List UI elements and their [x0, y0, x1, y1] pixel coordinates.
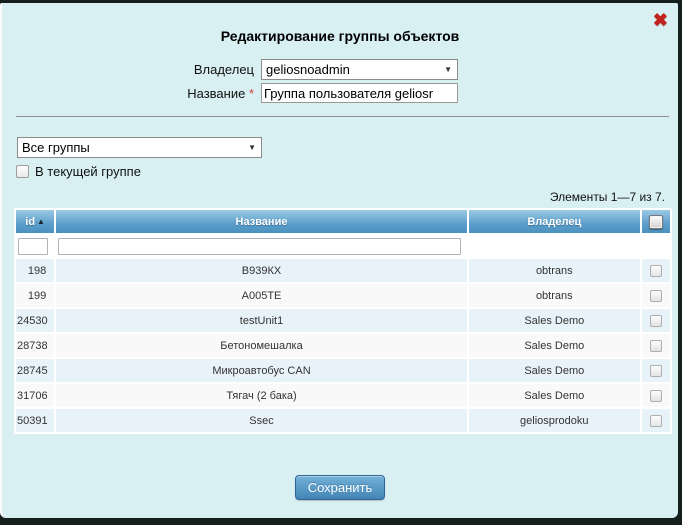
cell-owner: Sales Demo	[469, 384, 640, 407]
save-button[interactable]: Сохранить	[295, 475, 386, 500]
cell-id: 24530	[16, 309, 54, 332]
cell-owner: Sales Demo	[469, 359, 640, 382]
table-row[interactable]: 198В939КХobtrans	[16, 259, 670, 282]
cell-id: 198	[16, 259, 54, 282]
cell-checkbox	[642, 284, 670, 307]
row-checkbox[interactable]	[650, 315, 662, 327]
table-row[interactable]: 50391Ssecgeliosprodoku	[16, 409, 670, 432]
header-owner[interactable]: Владелец	[469, 210, 640, 233]
table-body: 198В939КХobtrans199А005ТЕobtrans24530tes…	[16, 259, 670, 432]
cell-owner: Sales Demo	[469, 309, 640, 332]
header-id-label: id	[25, 216, 35, 228]
cell-name: Тягач (2 бака)	[56, 384, 467, 407]
cell-checkbox	[642, 309, 670, 332]
cell-id: 50391	[16, 409, 54, 432]
cell-owner: geliosprodoku	[469, 409, 640, 432]
cell-owner: obtrans	[469, 259, 640, 282]
row-checkbox[interactable]	[650, 390, 662, 402]
cell-name: Микроавтобус CAN	[56, 359, 467, 382]
group-form: Владелец geliosnoadmin ▼ Название *	[2, 59, 678, 103]
groups-filter-select[interactable]: Все группы	[17, 137, 262, 158]
row-checkbox[interactable]	[650, 290, 662, 302]
cell-name: testUnit1	[56, 309, 467, 332]
cell-id: 199	[16, 284, 54, 307]
cell-name: А005ТЕ	[56, 284, 467, 307]
required-mark: *	[249, 86, 254, 101]
table-row[interactable]: 31706Тягач (2 бака)Sales Demo	[16, 384, 670, 407]
edit-group-dialog: ✖ Редактирование группы объектов Владеле…	[0, 3, 678, 518]
table-header-row: id▲ Название Владелец	[16, 210, 670, 233]
header-name[interactable]: Название	[56, 210, 467, 233]
cell-checkbox	[642, 359, 670, 382]
header-id[interactable]: id▲	[16, 210, 54, 233]
cell-name: В939КХ	[56, 259, 467, 282]
cell-checkbox	[642, 409, 670, 432]
cell-owner: obtrans	[469, 284, 640, 307]
id-filter-input[interactable]	[18, 238, 48, 255]
sort-asc-icon: ▲	[37, 217, 45, 226]
filter-row	[16, 235, 670, 257]
group-name-input[interactable]	[261, 83, 458, 103]
cell-id: 28745	[16, 359, 54, 382]
cell-owner: Sales Demo	[469, 334, 640, 357]
cell-checkbox	[642, 384, 670, 407]
name-filter-input[interactable]	[58, 238, 461, 255]
in-current-group-label: В текущей группе	[35, 164, 141, 179]
owner-label: Владелец	[2, 62, 261, 77]
table-row[interactable]: 28745Микроавтобус CANSales Demo	[16, 359, 670, 382]
owner-select[interactable]: geliosnoadmin	[261, 59, 458, 80]
cell-id: 28738	[16, 334, 54, 357]
name-label-text: Название	[187, 86, 245, 101]
cell-id: 31706	[16, 384, 54, 407]
table-row[interactable]: 199А005ТЕobtrans	[16, 284, 670, 307]
row-checkbox[interactable]	[650, 265, 662, 277]
cell-checkbox	[642, 259, 670, 282]
row-checkbox[interactable]	[650, 340, 662, 352]
objects-table: id▲ Название Владелец 198В939КХobtrans19…	[14, 208, 672, 434]
row-checkbox[interactable]	[650, 415, 662, 427]
divider	[16, 116, 669, 117]
table-row[interactable]: 24530testUnit1Sales Demo	[16, 309, 670, 332]
table-row[interactable]: 28738БетономешалкаSales Demo	[16, 334, 670, 357]
close-icon[interactable]: ✖	[653, 11, 668, 29]
cell-checkbox	[642, 334, 670, 357]
dialog-title: Редактирование группы объектов	[2, 28, 678, 44]
cell-name: Ssec	[56, 409, 467, 432]
row-checkbox[interactable]	[650, 365, 662, 377]
header-select-all	[642, 210, 670, 233]
in-current-group-checkbox[interactable]	[16, 165, 29, 178]
name-label: Название *	[2, 86, 261, 101]
select-all-checkbox[interactable]	[649, 215, 663, 229]
cell-name: Бетономешалка	[56, 334, 467, 357]
pagination-info: Элементы 1—7 из 7.	[2, 190, 665, 204]
